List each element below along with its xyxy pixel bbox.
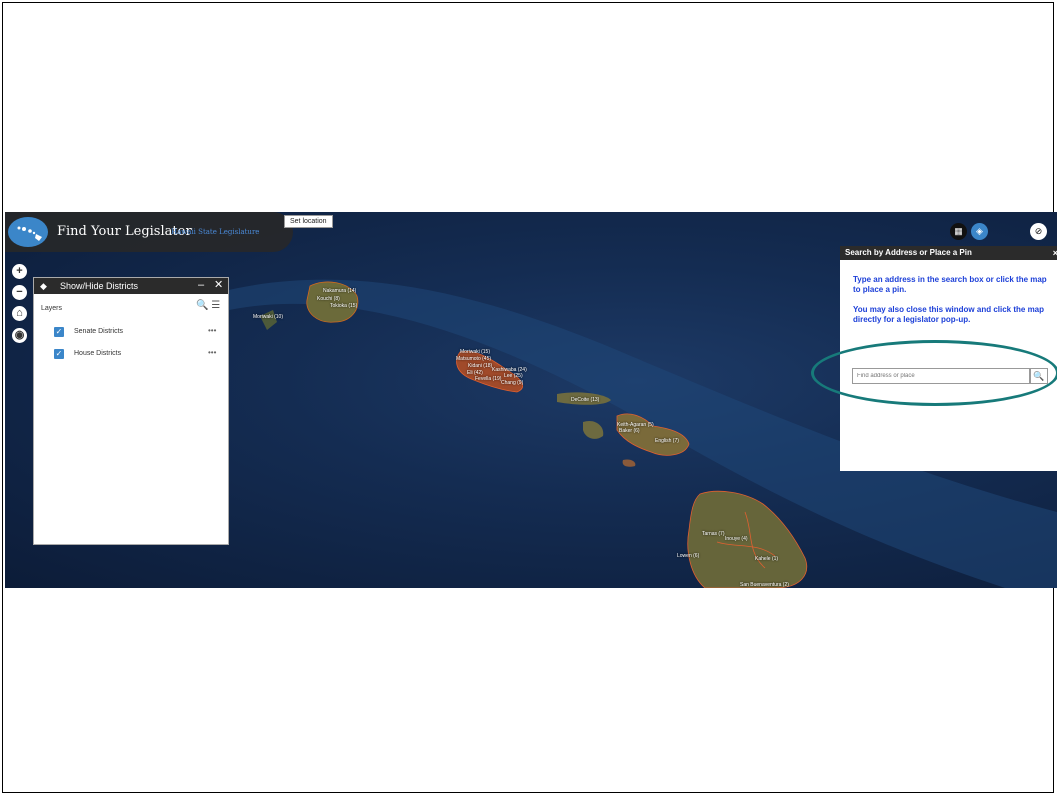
search-panel-header: Search by Address or Place a Pin ×: [840, 246, 1057, 260]
close-search-panel-button[interactable]: ×: [1053, 246, 1057, 260]
more-options-icon[interactable]: •••: [208, 348, 216, 357]
map-label[interactable]: Matsumoto (45): [456, 356, 491, 362]
map-label[interactable]: Kahele (1): [755, 556, 778, 562]
hawaii-logo-icon: [8, 217, 48, 247]
layer-list-panel: ◆ Show/Hide Districts – ✕ Layers 🔍 ☰ ✓ S…: [33, 277, 229, 545]
map-label[interactable]: Lee (25): [504, 373, 523, 379]
layer-label: House Districts: [74, 350, 122, 357]
layer-panel-title: Show/Hide Districts: [60, 281, 139, 291]
map-label[interactable]: Tarnas (7): [702, 531, 725, 537]
map-label[interactable]: Inouye (4): [725, 536, 748, 542]
more-options-icon[interactable]: •••: [208, 326, 216, 335]
locate-button[interactable]: ◉: [12, 328, 27, 343]
island-niihau: [260, 310, 277, 330]
basemap-icon[interactable]: ◈: [971, 223, 988, 240]
house-checkbox[interactable]: ✓: [54, 349, 64, 359]
visibility-toggle-icon[interactable]: ⊘: [1030, 223, 1047, 240]
map-label[interactable]: DeCoite (13): [571, 397, 599, 403]
map-label[interactable]: Lowen (6): [677, 553, 699, 559]
layer-panel-header: ◆ Show/Hide Districts – ✕: [34, 278, 228, 294]
grid-icon[interactable]: ▦: [950, 223, 967, 240]
instruction-text: Type an address in the search box or cli…: [853, 275, 1047, 294]
map-label[interactable]: Kouchi (8): [317, 296, 340, 302]
layers-label: Layers: [41, 305, 63, 312]
layer-row-house[interactable]: ✓ House Districts •••: [54, 348, 224, 361]
map-label[interactable]: Chang (9): [501, 380, 523, 386]
highlight-annotation: [811, 340, 1057, 406]
map-label[interactable]: Moriwaki (10): [253, 314, 283, 320]
map-label[interactable]: Tokioka (15): [330, 303, 357, 309]
home-button[interactable]: ⌂: [12, 306, 27, 321]
map-label[interactable]: English (7): [655, 438, 679, 444]
island-kahoolawe: [622, 459, 636, 467]
map-label[interactable]: Fevella (19): [475, 376, 501, 382]
zoom-in-button[interactable]: +: [12, 264, 27, 279]
layer-row-senate[interactable]: ✓ Senate Districts •••: [54, 326, 224, 339]
close-layer-panel-button[interactable]: ✕: [214, 277, 223, 293]
island-lanai: [583, 420, 604, 439]
layer-label: Senate Districts: [74, 328, 124, 335]
layers-icon: ◆: [40, 281, 47, 291]
map-label[interactable]: Nakamura (14): [323, 288, 356, 294]
map-label[interactable]: San Buenaventura (2): [740, 582, 789, 588]
zoom-out-button[interactable]: −: [12, 285, 27, 300]
search-panel-title: Search by Address or Place a Pin: [845, 248, 972, 257]
app-subtitle-link[interactable]: Hawaii State Legislature: [171, 228, 259, 236]
map-label[interactable]: Baker (6): [619, 428, 640, 434]
senate-checkbox[interactable]: ✓: [54, 327, 64, 337]
map-label[interactable]: Eli (42): [467, 370, 483, 376]
set-location-tooltip: Set location: [284, 215, 333, 228]
instruction-text: You may also close this window and click…: [853, 305, 1045, 324]
layer-filter-tools-icon[interactable]: 🔍 ☰: [196, 300, 220, 311]
map-label[interactable]: Moriwaki (15): [460, 349, 490, 355]
app-header: Find Your Legislator Hawaii State Legisl…: [5, 212, 293, 252]
map-label[interactable]: Kidani (18): [468, 363, 492, 369]
minimize-button[interactable]: –: [198, 277, 204, 293]
